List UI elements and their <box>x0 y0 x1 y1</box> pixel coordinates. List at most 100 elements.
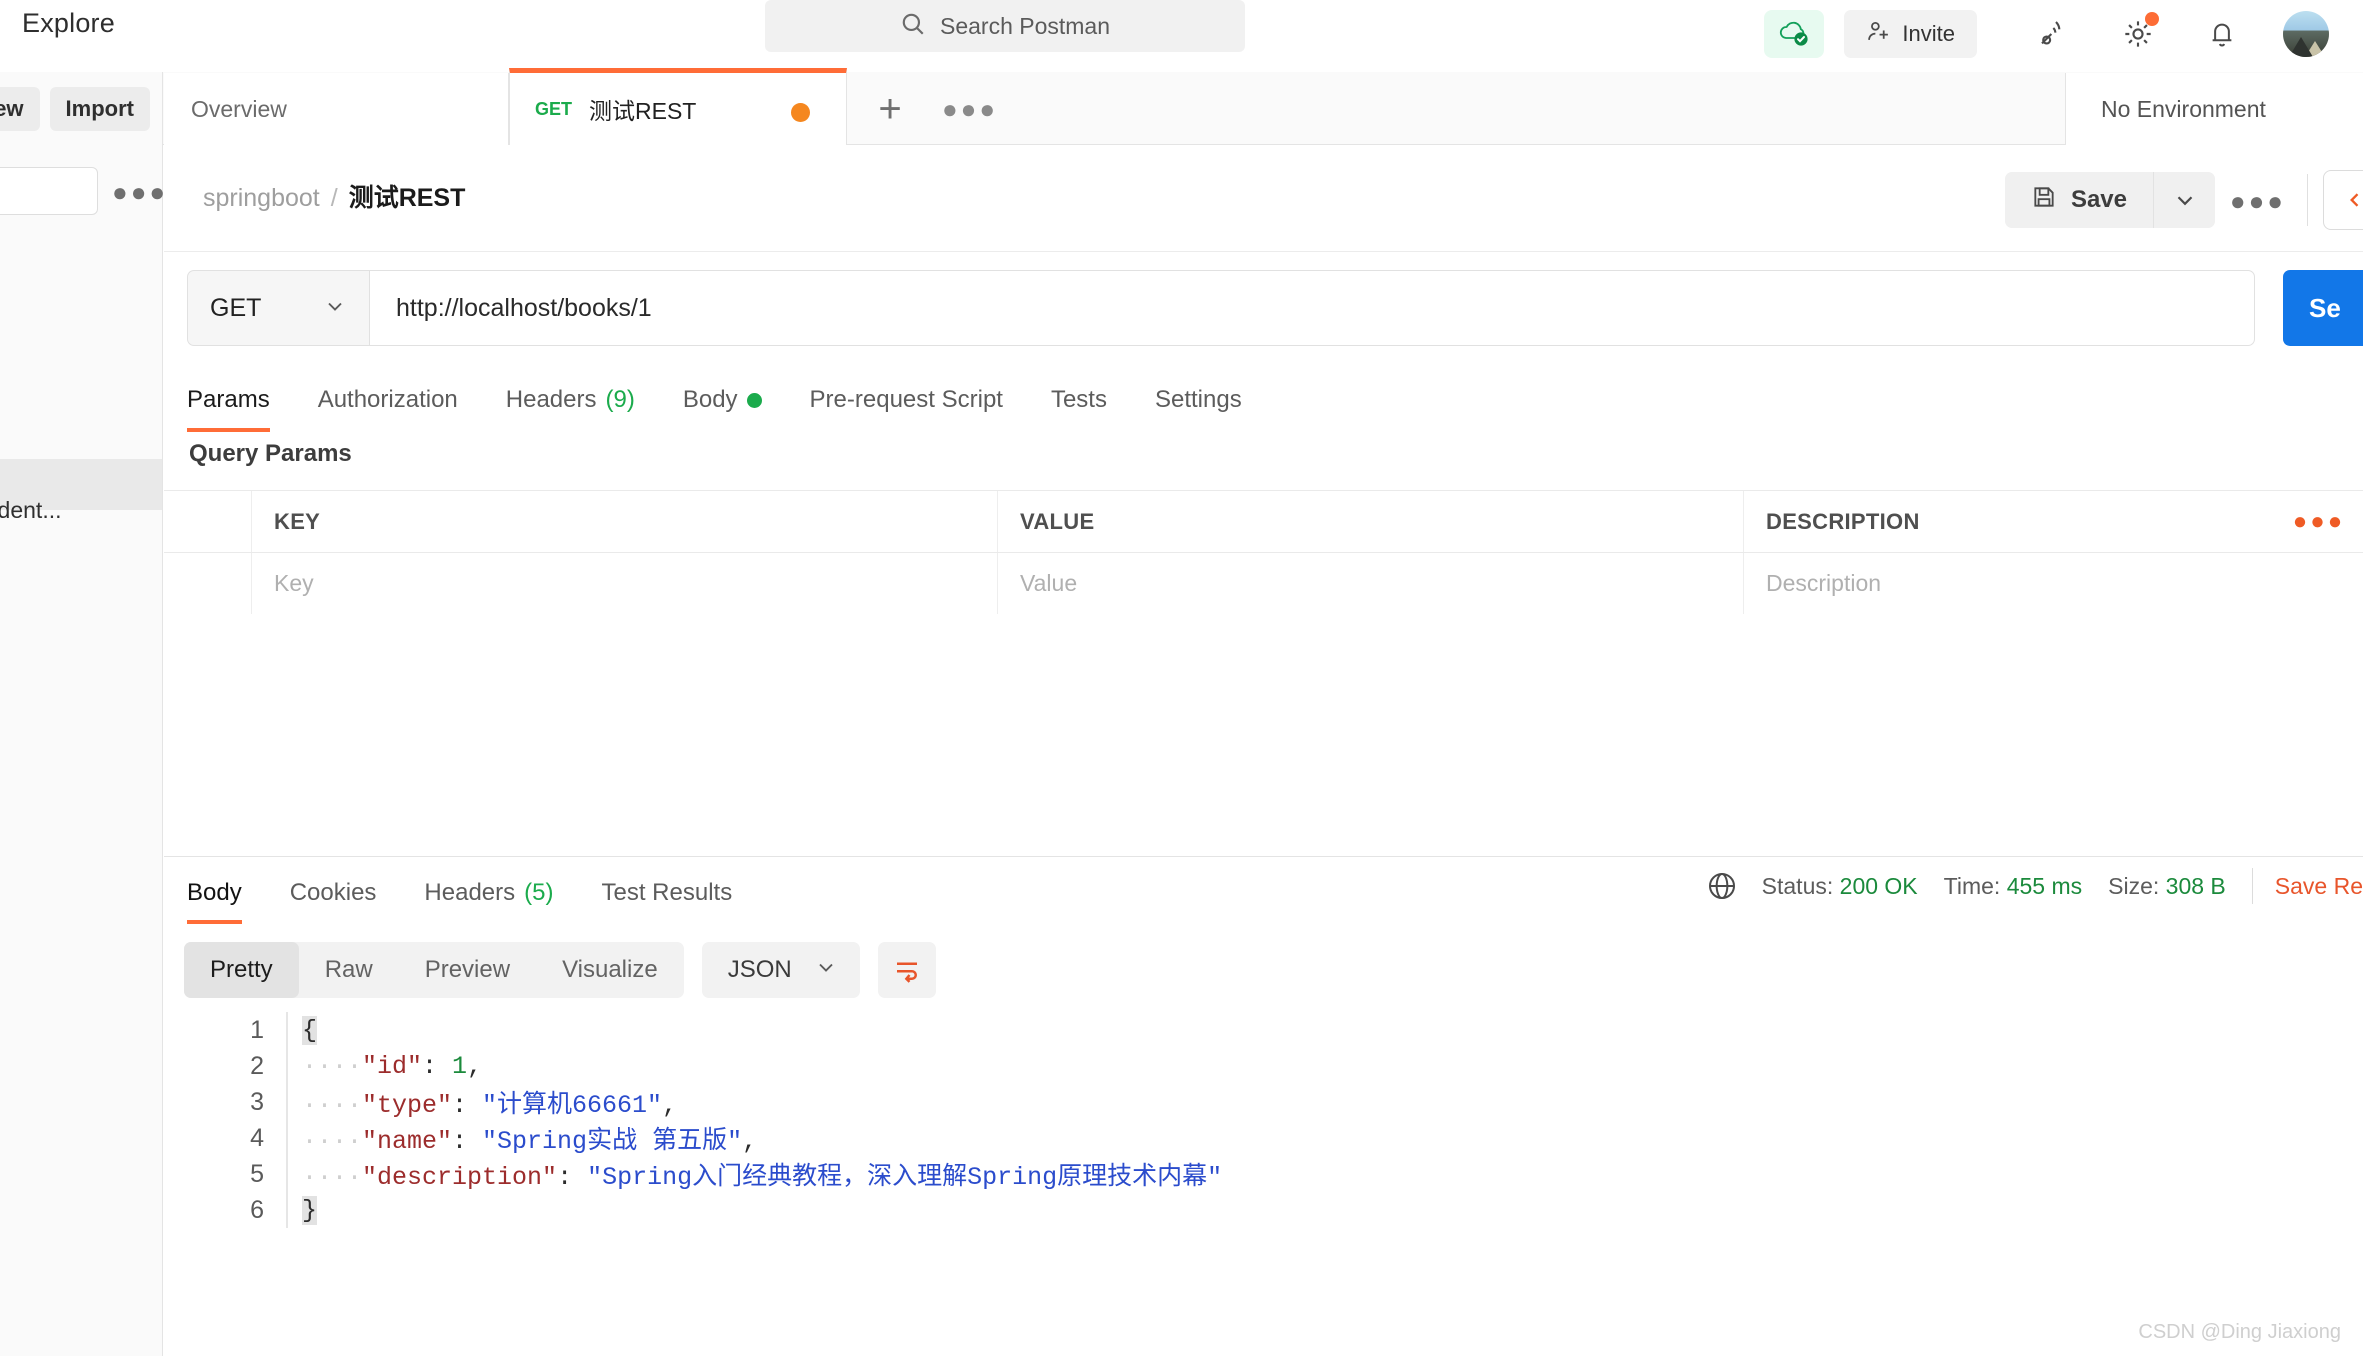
size-label: Size: <box>2108 872 2160 899</box>
code-line: 2 ····"id": 1, <box>164 1048 2363 1084</box>
word-wrap-icon[interactable] <box>877 942 936 998</box>
chevron-down-icon <box>323 294 347 323</box>
indent-guide: ···· <box>302 1051 363 1081</box>
column-header-key: KEY <box>274 508 321 534</box>
chevron-down-icon <box>814 955 838 986</box>
save-button-group: Save <box>2004 172 2215 228</box>
search-placeholder: Search Postman <box>939 12 1111 39</box>
person-add-icon <box>1866 19 1891 50</box>
response-tabs: Body Cookies Headers (5) Test Results <box>187 862 756 924</box>
response-tab-test-results-label: Test Results <box>601 879 733 906</box>
tab-pre-request-script[interactable]: Pre-request Script <box>786 370 1027 430</box>
response-tab-headers[interactable]: Headers (5) <box>400 862 577 924</box>
response-tab-cookies[interactable]: Cookies <box>266 862 401 924</box>
view-mode-pretty[interactable]: Pretty <box>184 942 299 998</box>
new-button[interactable]: ew <box>0 86 40 131</box>
watermark: CSDN @Ding Jiaxiong <box>2138 1321 2341 1343</box>
response-tab-body[interactable]: Body <box>187 862 266 924</box>
environment-selector[interactable]: No Environment <box>2065 73 2363 145</box>
view-mode-preview[interactable]: Preview <box>399 942 536 998</box>
request-tabs: Params Authorization Headers (9) Body Pr… <box>187 370 1266 432</box>
column-header-value: VALUE <box>1020 508 1095 534</box>
cloud-check-icon[interactable] <box>1764 10 1825 58</box>
breadcrumb-parent[interactable]: springboot <box>203 184 320 213</box>
save-response-button[interactable]: Save Re <box>2275 873 2363 900</box>
view-mode-raw[interactable]: Raw <box>299 942 399 998</box>
tab-settings[interactable]: Settings <box>1131 370 1266 430</box>
json-key: "id" <box>362 1051 423 1081</box>
search-input[interactable]: Search Postman <box>765 0 1245 52</box>
method-selector[interactable]: GET <box>187 270 369 346</box>
status-label: Status: <box>1761 872 1834 899</box>
code-icon[interactable] <box>2323 170 2363 230</box>
globe-icon[interactable] <box>1706 870 1738 902</box>
sidebar-filter-input[interactable] <box>0 167 98 215</box>
floppy-disk-icon <box>2031 184 2057 217</box>
avatar[interactable] <box>2279 10 2333 58</box>
unsaved-indicator-dot <box>791 103 810 122</box>
invite-label: Invite <box>1902 21 1955 46</box>
params-empty-area <box>164 614 2363 856</box>
more-horizontal-icon[interactable]: ●●● <box>2230 186 2286 217</box>
view-mode-segmented-control: Pretty Raw Preview Visualize <box>184 942 684 998</box>
tab-authorization[interactable]: Authorization <box>294 370 482 430</box>
more-horizontal-icon[interactable]: ●●● <box>942 92 995 126</box>
tab-body-label: Body <box>682 386 738 413</box>
query-params-table: KEY VALUE DESCRIPTION ●●● Key Value Desc… <box>164 490 2363 615</box>
tab-tests[interactable]: Tests <box>1027 370 1131 430</box>
response-body-code[interactable]: 1 { 2 ····"id": 1, 3 ····"type": "计算机666… <box>164 1012 2363 1318</box>
line-number: 3 <box>250 1087 264 1116</box>
json-key: "type" <box>362 1091 453 1120</box>
description-input[interactable]: Description <box>1766 570 1881 597</box>
response-divider <box>164 856 2363 857</box>
response-view-bar: Pretty Raw Preview Visualize JSON <box>184 942 936 998</box>
bell-icon[interactable] <box>2195 10 2249 58</box>
save-button[interactable]: Save <box>2004 172 2153 228</box>
key-input[interactable]: Key <box>274 570 314 597</box>
row-checkbox-cell[interactable] <box>164 553 252 614</box>
request-header: springboot / 测试REST Save ●●● <box>164 146 2363 252</box>
sidebar-actions: ew Import <box>0 72 163 145</box>
tab-overview[interactable]: Overview <box>164 73 509 145</box>
status-value: 200 OK <box>1839 872 1918 899</box>
code-line: 4 ····"name": "Spring实战 第五版", <box>164 1120 2363 1156</box>
table-header-row: KEY VALUE DESCRIPTION ●●● <box>164 491 2363 553</box>
breadcrumb-separator: / <box>330 184 338 212</box>
invite-button[interactable]: Invite <box>1844 10 1977 58</box>
divider <box>2307 174 2308 226</box>
tab-headers[interactable]: Headers (9) <box>482 370 659 430</box>
url-input[interactable]: http://localhost/books/1 <box>369 270 2255 346</box>
send-button[interactable]: Se <box>2283 270 2363 346</box>
view-mode-visualize[interactable]: Visualize <box>536 942 684 998</box>
tab-body[interactable]: Body <box>659 370 786 430</box>
response-meta: Status: 200 OK Time: 455 ms Size: 308 B … <box>1706 868 2363 904</box>
indent-guide: ···· <box>302 1163 363 1192</box>
line-number: 2 <box>250 1051 264 1080</box>
chevron-down-icon[interactable] <box>2153 172 2215 228</box>
code-line: 5 ····"description": "Spring入门经典教程，深入理解S… <box>164 1156 2363 1192</box>
body-present-dot <box>746 392 762 408</box>
tab-title-label: 测试REST <box>589 98 697 124</box>
response-format-label: JSON <box>727 956 792 983</box>
json-value: "计算机66661" <box>482 1091 663 1120</box>
tab-headers-count: (9) <box>605 386 635 413</box>
tab-params-label: Params <box>187 386 270 413</box>
tab-params[interactable]: Params <box>187 370 294 432</box>
plus-icon[interactable]: + <box>866 85 914 133</box>
json-value: "Spring实战 第五版" <box>482 1127 743 1156</box>
tab-request-active[interactable]: GET 测试REST <box>509 68 847 145</box>
response-format-selector[interactable]: JSON <box>701 942 860 998</box>
explore-label[interactable]: Explore <box>22 8 115 39</box>
json-value: "Spring入门经典教程，深入理解Spring原理技术内幕" <box>587 1163 1223 1192</box>
json-colon: : <box>557 1163 588 1192</box>
gear-icon[interactable] <box>2111 10 2165 58</box>
value-input[interactable]: Value <box>1020 570 1077 597</box>
response-tab-test-results[interactable]: Test Results <box>577 862 756 924</box>
import-button[interactable]: Import <box>49 86 150 131</box>
bulk-edit-icon[interactable]: ●●● <box>2293 508 2346 536</box>
table-row[interactable]: Key Value Description <box>164 553 2363 615</box>
tab-authorization-label: Authorization <box>317 386 458 413</box>
satellite-icon[interactable] <box>2027 10 2081 58</box>
more-horizontal-icon[interactable]: ●●● <box>112 177 168 208</box>
list-item[interactable]: r?ident... <box>0 497 62 524</box>
